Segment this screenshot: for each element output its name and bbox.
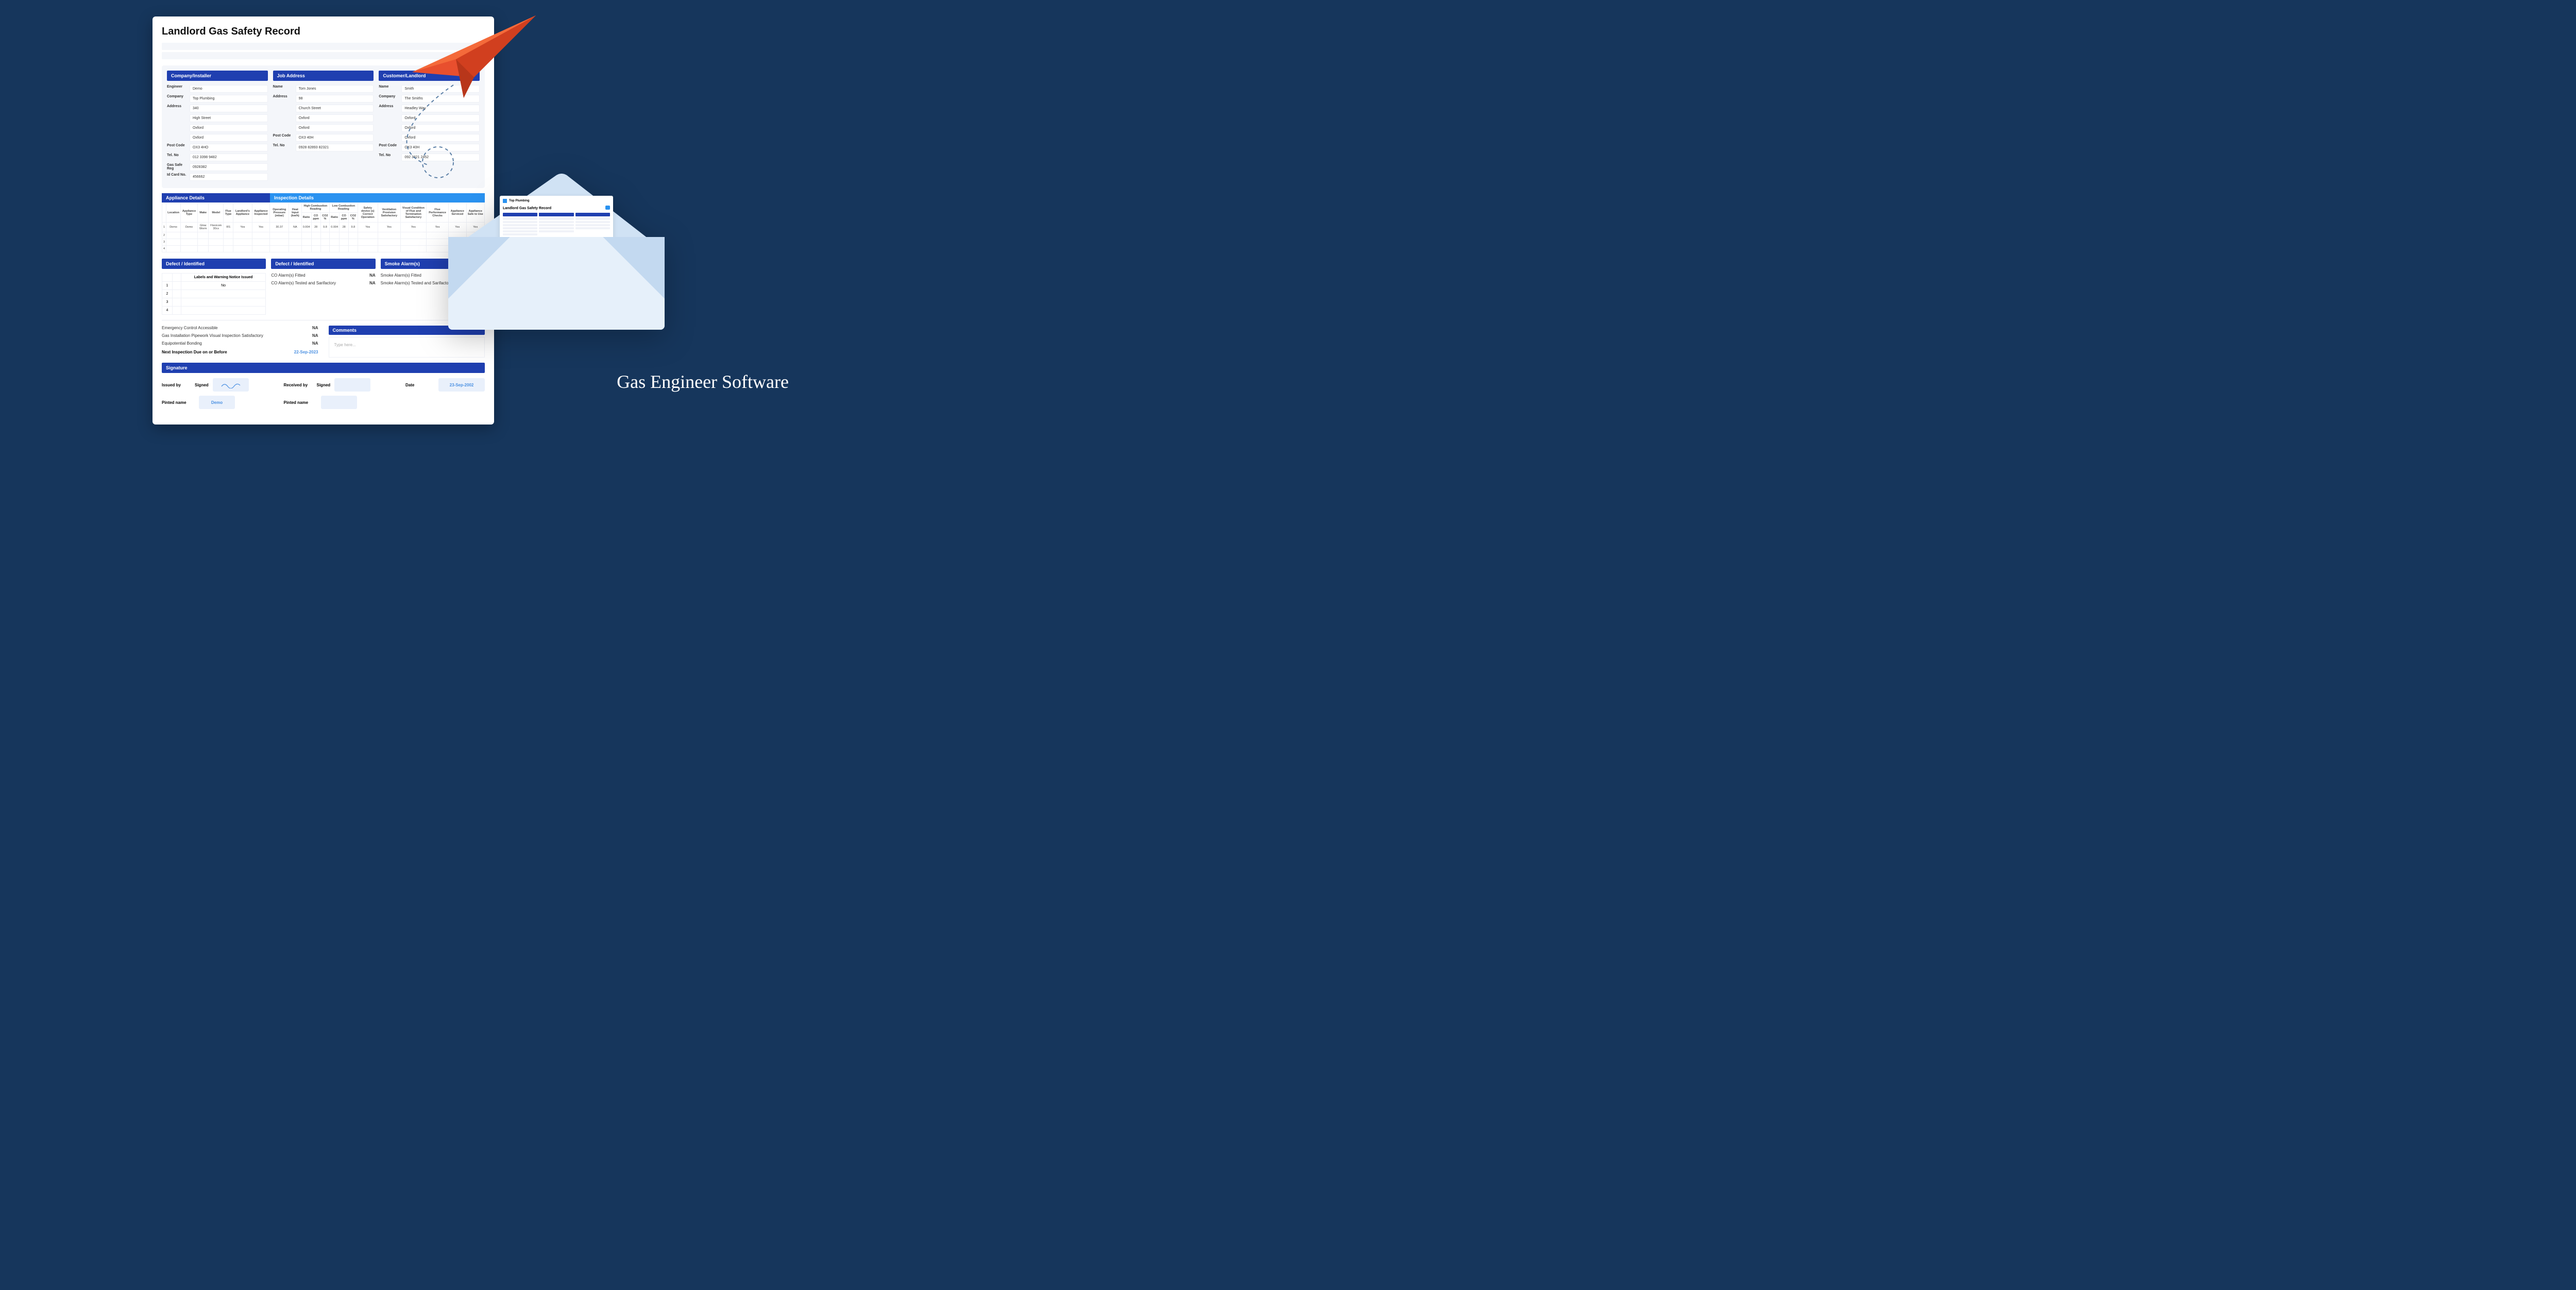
comments-input[interactable]: Type here... bbox=[329, 337, 485, 358]
lower-section: Emergency Control AccessibleNA Gas Insta… bbox=[162, 326, 485, 358]
defect-header: Defect / Identified bbox=[162, 259, 266, 269]
mini-tag bbox=[605, 206, 610, 210]
table-row: 2 bbox=[162, 232, 485, 239]
co-alarm-column: Defect / Identified CO Alarm(s) FittedNA… bbox=[271, 259, 375, 315]
table-row: 3 bbox=[162, 239, 485, 246]
next-inspection-date: 22-Sep-2023 bbox=[294, 350, 318, 354]
date-col: Date 23-Sep-2002 bbox=[405, 378, 485, 413]
appliance-table: Location Appliance Type Make Model Flue … bbox=[162, 202, 485, 252]
defect-column: Defect / Identified Labels and Warning N… bbox=[162, 259, 266, 315]
issuer-signature-box[interactable] bbox=[213, 378, 249, 392]
paper-plane-icon bbox=[407, 10, 541, 113]
job-header: Job Address bbox=[273, 71, 374, 81]
issued-by-col: Issued by Signed Pinted name Demo bbox=[162, 378, 274, 413]
next-inspection-label: Next Inspection Due on or Before bbox=[162, 350, 227, 354]
signature-squiggle-icon bbox=[221, 381, 241, 388]
mini-logo-icon bbox=[503, 199, 507, 203]
received-by-col: Received by Signed Pinted name bbox=[284, 378, 396, 413]
mini-brand: Top Plumbing bbox=[509, 199, 530, 202]
receiver-name-box[interactable] bbox=[321, 396, 357, 409]
table-row: 3 bbox=[162, 298, 266, 307]
table-row: 1DemoDemoGlow WormFlexicom 30cxRSYesYes3… bbox=[162, 223, 485, 232]
company-header: Company/Installer bbox=[167, 71, 268, 81]
comments-column: Comments Type here... bbox=[329, 326, 485, 358]
date-box[interactable]: 23-Sep-2002 bbox=[438, 378, 485, 392]
details-headers: Appliance Details Inspection Details bbox=[162, 193, 485, 202]
signature-header: Signature bbox=[162, 363, 485, 373]
receiver-signature-box[interactable] bbox=[334, 378, 370, 392]
table-row: 2 bbox=[162, 290, 266, 298]
engineer-value: Demo bbox=[190, 85, 268, 93]
envelope-front bbox=[448, 237, 665, 330]
mid-columns: Defect / Identified Labels and Warning N… bbox=[162, 259, 485, 315]
defect-table: Labels and Warning Notice Issued 1No234 bbox=[162, 273, 266, 315]
table-row: 4 bbox=[162, 246, 485, 252]
mini-title: Landlord Gas Safety Record bbox=[503, 207, 551, 210]
footer-brand-text: Gas Engineer Software bbox=[617, 371, 789, 393]
appliance-details-header: Appliance Details bbox=[162, 193, 270, 202]
envelope-graphic: Top Plumbing Landlord Gas Safety Record bbox=[448, 175, 665, 330]
table-row: 4 bbox=[162, 307, 266, 315]
table-row: 1No bbox=[162, 282, 266, 290]
signature-row: Issued by Signed Pinted name Demo Receiv… bbox=[162, 378, 485, 413]
company-column: Company/Installer EngineerDemo CompanyTo… bbox=[167, 71, 268, 183]
checks-column: Emergency Control AccessibleNA Gas Insta… bbox=[162, 326, 318, 358]
issuer-name-box[interactable]: Demo bbox=[199, 396, 235, 409]
job-address-column: Job Address NameTom Jones Address98 Chur… bbox=[273, 71, 374, 183]
